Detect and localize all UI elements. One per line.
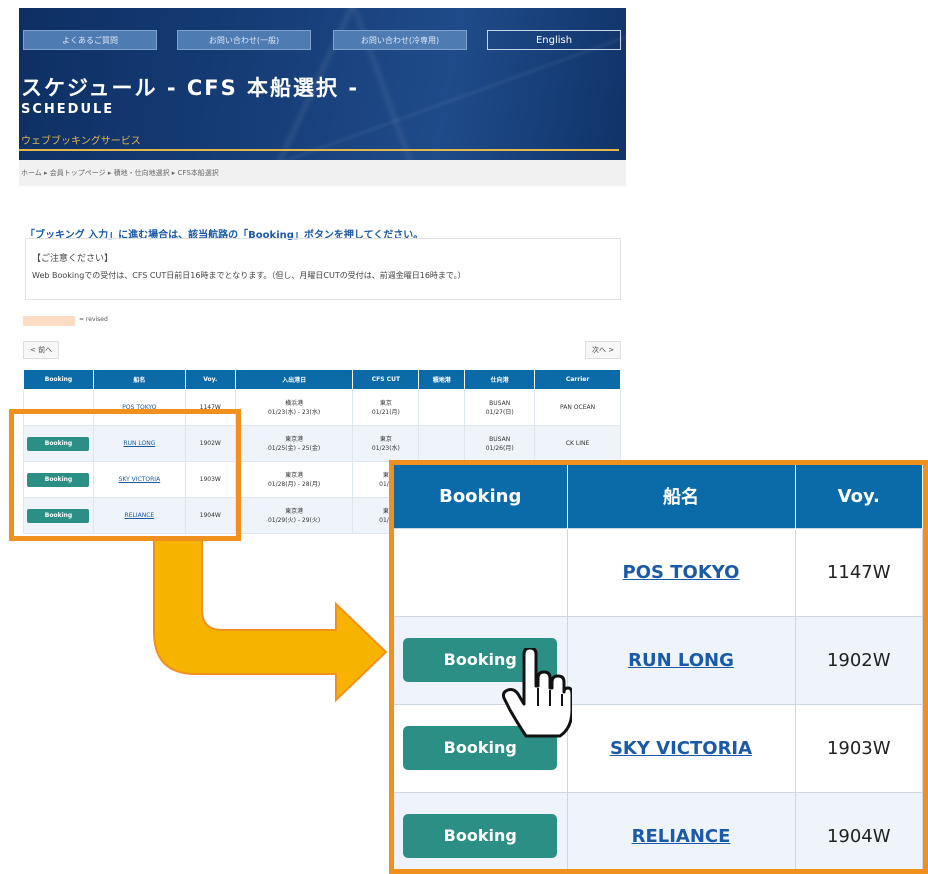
col-dest-port: 仕向港 (464, 369, 536, 390)
vessel-link[interactable]: POS TOKYO (623, 562, 740, 583)
cut-cell: 東京 01/23(水) (352, 425, 420, 462)
load-cell (418, 425, 466, 462)
zoom-col-booking: Booking (394, 465, 568, 528)
port-name: 横浜港 (285, 399, 304, 407)
vessel-cell: RUN LONG (567, 615, 796, 704)
bent-arrow-icon (153, 540, 388, 703)
highlight-frame-small (9, 409, 241, 541)
voy-cell: 1147W (795, 527, 923, 616)
nav-english-button[interactable]: English (487, 30, 621, 50)
table-row: Booking RELIANCE 1904W (394, 791, 923, 869)
nav-contact-general-button[interactable]: お問い合わせ(一般) (177, 30, 311, 50)
booking-cell: Booking (394, 791, 568, 869)
prev-page-button[interactable]: < 前へ (23, 341, 60, 359)
nav-contact-reefer-button[interactable]: お問い合わせ(冷専用) (333, 30, 467, 50)
dest-date: 01/27(日) (485, 408, 514, 416)
revised-legend: = revised (79, 316, 108, 323)
load-cell (418, 389, 466, 426)
revised-swatch (23, 316, 75, 326)
dates-cell: 東京港 01/25(金) - 25(金) (234, 425, 354, 462)
notice-text: Web Bookingでの受付は、CFS CUT日前日16時までとなります。（但… (32, 271, 466, 280)
booking-cell-empty (394, 527, 568, 616)
port-name: 東京港 (285, 435, 304, 443)
table-row: Booking SKY VICTORIA 1903W (394, 703, 923, 792)
page-title: スケジュール - CFS 本船選択 - (21, 76, 360, 100)
port-dates: 01/28(月) - 28(月) (267, 480, 321, 488)
vessel-cell: SKY VICTORIA (567, 703, 796, 792)
dates-cell: 東京港 01/29(火) - 29(火) (234, 497, 354, 534)
cut-city: 東京 (379, 399, 392, 407)
service-name: ウェブブッキングサービス (21, 136, 141, 147)
header-banner: よくあるご質問 お問い合わせ(一般) お問い合わせ(冷専用) English ス… (19, 8, 626, 160)
port-dates: 01/29(火) - 29(火) (267, 516, 321, 524)
voy-cell: 1902W (795, 615, 923, 704)
carrier-cell: CK LINE (534, 425, 621, 462)
booking-button[interactable]: Booking (403, 814, 558, 859)
dest-date: 01/26(月) (485, 444, 514, 452)
port-name: 東京港 (285, 471, 304, 479)
vessel-link[interactable]: SKY VICTORIA (610, 738, 752, 759)
header-divider (19, 149, 619, 151)
cut-date: 01/21(月) (371, 408, 400, 416)
dates-cell: 東京港 01/28(月) - 28(月) (234, 461, 354, 498)
cut-cell: 東京 01/21(月) (352, 389, 420, 426)
port-dates: 01/25(金) - 25(金) (267, 444, 321, 452)
hand-pointer-icon (502, 648, 572, 738)
dest-port: BUSAN (489, 399, 511, 407)
voy-cell: 1903W (795, 703, 923, 792)
dates-cell: 横浜港 01/23(水) - 23(水) (234, 389, 354, 426)
vessel-link[interactable]: RUN LONG (628, 650, 734, 671)
port-name: 東京港 (285, 507, 304, 515)
notice-box: 【ご注意ください】 Web Bookingでの受付は、CFS CUT日前日16時… (25, 238, 621, 300)
col-vessel: 船名 (92, 369, 186, 390)
zoomed-schedule-table: Booking 船名 Voy. POS TOKYO 1147W Booking … (394, 465, 923, 869)
table-row: Booking RUN LONG 1902W (394, 615, 923, 704)
zoomed-table-callout: Booking 船名 Voy. POS TOKYO 1147W Booking … (389, 460, 928, 874)
notice-title: 【ご注意ください】 (32, 254, 114, 264)
carrier-cell: PAN OCEAN (534, 389, 621, 426)
col-load-port: 積地港 (418, 369, 466, 390)
zoom-col-voy: Voy. (795, 465, 923, 528)
dest-port: BUSAN (489, 435, 511, 443)
page-subtitle: SCHEDULE (21, 102, 115, 117)
vessel-link[interactable]: RELIANCE (632, 826, 731, 847)
col-carrier: Carrier (534, 369, 621, 390)
vessel-cell: POS TOKYO (567, 527, 796, 616)
dest-cell: BUSAN 01/27(日) (464, 389, 536, 426)
col-booking: Booking (23, 369, 94, 390)
vessel-cell: RELIANCE (567, 791, 796, 869)
cut-city: 東京 (379, 435, 392, 443)
breadcrumb[interactable]: ホーム ▸ 会員トップページ ▸ 積地・仕向地選択 ▸ CFS本船選択 (19, 160, 626, 186)
nav-faq-button[interactable]: よくあるご質問 (23, 30, 157, 50)
next-page-button[interactable]: 次へ > (585, 341, 622, 359)
col-cfs-cut: CFS CUT (352, 369, 420, 390)
dest-cell: BUSAN 01/26(月) (464, 425, 536, 462)
zoom-col-vessel: 船名 (567, 465, 796, 528)
table-row: POS TOKYO 1147W (394, 527, 923, 616)
col-dates: 入出港日 (234, 369, 354, 390)
col-voy: Voy. (184, 369, 236, 390)
voy-cell: 1904W (795, 791, 923, 869)
cut-date: 01/23(水) (371, 444, 400, 452)
port-dates: 01/23(水) - 23(水) (267, 408, 321, 416)
